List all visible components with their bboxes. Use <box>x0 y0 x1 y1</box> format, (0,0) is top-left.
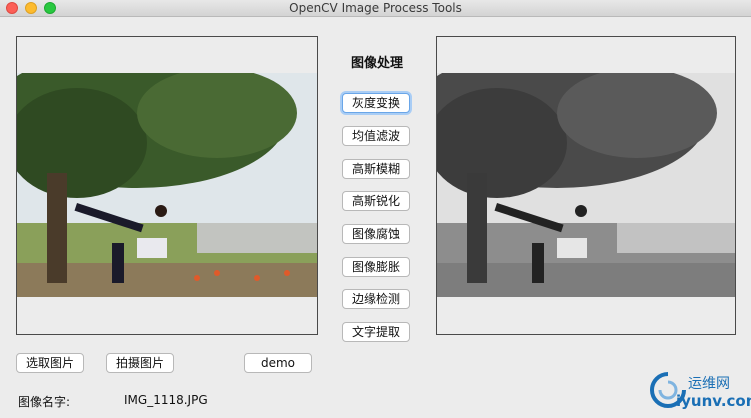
processed-image-panel <box>436 36 736 335</box>
gaussian-sharpen-button[interactable]: 高斯锐化 <box>342 191 410 211</box>
image-name-label: 图像名字: <box>18 395 71 409</box>
gaussian-blur-button[interactable]: 高斯模糊 <box>342 159 410 179</box>
mean-filter-button[interactable]: 均值滤波 <box>342 126 410 146</box>
dilate-button[interactable]: 图像膨胀 <box>342 257 410 277</box>
processing-heading: 图像处理 <box>350 56 403 71</box>
text-extract-button[interactable]: 文字提取 <box>342 322 410 342</box>
original-image <box>17 73 317 297</box>
demo-button[interactable]: demo <box>244 353 312 373</box>
watermark-brand: 运维网 <box>688 376 730 392</box>
erode-button[interactable]: 图像腐蚀 <box>342 224 410 244</box>
original-image-panel <box>16 36 318 335</box>
processed-image <box>437 73 735 297</box>
grayscale-button[interactable]: 灰度变换 <box>342 93 410 113</box>
edge-detect-button[interactable]: 边缘检测 <box>342 289 410 309</box>
watermark-domain: iyunv.com <box>676 392 751 410</box>
title-bar: OpenCV Image Process Tools <box>0 0 751 17</box>
image-name-value: IMG_1118.JPG <box>124 393 208 407</box>
capture-image-button[interactable]: 拍摄图片 <box>106 353 174 373</box>
select-image-button[interactable]: 选取图片 <box>16 353 84 373</box>
window-title: OpenCV Image Process Tools <box>289 1 462 15</box>
